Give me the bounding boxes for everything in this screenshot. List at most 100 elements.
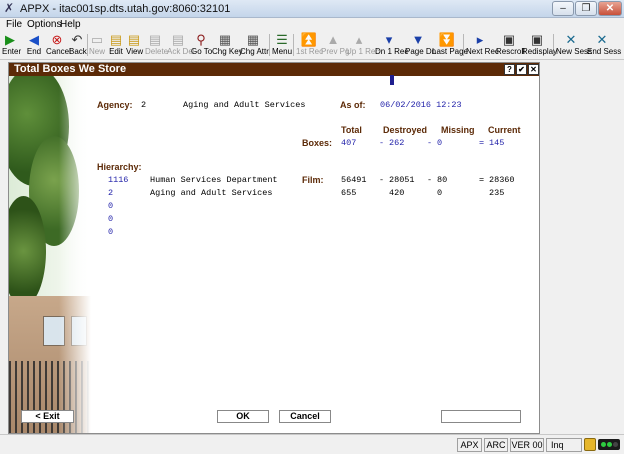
toolbar-button-label: Edit — [109, 47, 123, 56]
status-apx: APX — [457, 438, 482, 452]
toolbar-button-prev-pg[interactable]: ▲ Prev Pg — [321, 32, 350, 59]
boxes-label: Boxes: — [302, 138, 333, 148]
building-photo — [9, 76, 91, 433]
ok-button[interactable]: OK — [217, 410, 269, 423]
toolbar-button-label: Back — [69, 47, 87, 56]
status-lights-icon — [598, 439, 620, 450]
toolbar-button-last-page[interactable]: ⏬ Last Page — [432, 32, 468, 59]
agency-label: Agency: — [97, 100, 133, 110]
toolbar-button-label: Chg Key — [212, 47, 243, 56]
toolbar-button-next-rec[interactable]: ▸ Next Rec — [466, 32, 499, 59]
boxes-minus-sign: - — [379, 138, 385, 148]
end-icon: ◀ — [29, 32, 39, 47]
boxes-missing: 0 — [437, 138, 443, 148]
boxes-equals-sign: = — [479, 138, 485, 148]
appx-logo-icon: ✗ — [4, 1, 15, 15]
toolbar-button-page-dn[interactable]: ▼ Page Dn — [405, 32, 436, 59]
hierarchy-code: 0 — [108, 214, 114, 224]
toolbar-button-label: Menu — [272, 47, 293, 56]
edit-icon: ▤ — [109, 32, 123, 47]
menu-bar: File Options Help — [0, 18, 624, 31]
form-header: Total Boxes We Store ? ✔ ✕ — [9, 63, 539, 76]
column-missing: Missing — [441, 125, 475, 135]
enter-icon: ▶ — [5, 32, 15, 47]
toolbar-button-dn-1-rec[interactable]: ▾ Dn 1 Rec — [375, 32, 409, 59]
toolbar-button-view[interactable]: ▤ View — [126, 32, 143, 59]
toolbar-button-delete[interactable]: ▤ Delete — [145, 32, 168, 59]
hierarchy-code: 2 — [108, 188, 114, 198]
toolbar-button-new[interactable]: ▭ New — [89, 32, 105, 59]
change-key-icon: ▦ — [218, 32, 232, 47]
toolbar-button-go-to[interactable]: ⚲ Go To — [191, 32, 213, 59]
hierarchy-name: Human Services Department — [150, 175, 278, 185]
as-of-label: As of: — [340, 100, 366, 110]
exit-button[interactable]: < Exit — [21, 410, 74, 423]
toolbar-button-new-sess[interactable]: ✕ New Sess — [556, 32, 592, 59]
hierarchy-code: 1116 — [108, 175, 129, 185]
toolbar-button-label: Next Rec — [466, 47, 499, 56]
position-marker — [390, 75, 394, 85]
toolbar-button-back[interactable]: ↶ Back — [69, 32, 87, 59]
toolbar-button-label: Cancel — [46, 47, 71, 56]
window-titlebar: ✗ APPX - itac001sp.dts.utah.gov:8060:321… — [0, 0, 624, 18]
toolbar-button-label: End Sess — [587, 47, 622, 56]
toolbar: ▶ Enter ◀ End ⊗ Cancel ↶ Back ▭ New ▤ Edit ▤ View ▤ Del… — [0, 31, 624, 60]
cancel-button[interactable]: Cancel — [279, 410, 331, 423]
minimize-button[interactable]: – — [552, 1, 574, 16]
goto-icon: ⚲ — [196, 32, 206, 47]
status-version: VER 00 — [510, 438, 544, 452]
down-record-icon: ▾ — [385, 32, 393, 47]
toolbar-button-1st-rec[interactable]: ⏫ 1st Rec — [296, 32, 324, 59]
page-down-icon: ▼ — [411, 32, 425, 47]
delete-icon: ▤ — [148, 32, 162, 47]
column-destroyed: Destroyed — [383, 125, 428, 135]
toolbar-button-end-sess[interactable]: ✕ End Sess — [587, 32, 622, 59]
hierarchy-code: 0 — [108, 201, 114, 211]
toolbar-button-label: Dn 1 Rec — [375, 47, 409, 56]
redisplay-icon: ▣ — [530, 32, 544, 47]
toolbar-button-redisplay[interactable]: ▣ Redisplay — [522, 32, 557, 59]
help-button[interactable]: ? — [504, 64, 515, 75]
blank-input-field[interactable] — [441, 410, 521, 423]
toolbar-button-label: Go To — [191, 47, 213, 56]
rescroll-icon: ▣ — [502, 32, 516, 47]
close-form-button[interactable]: ✕ — [528, 64, 539, 75]
toolbar-button-label: 1st Rec — [296, 47, 324, 56]
toolbar-button-label: Prev Pg — [321, 47, 350, 56]
toolbar-button-chg-attr[interactable]: ▦ Chg Attr — [240, 32, 269, 59]
film-label: Film: — [302, 175, 324, 185]
toolbar-button-label: Enter — [2, 47, 22, 56]
previous-page-icon: ▲ — [326, 32, 340, 47]
confirm-button[interactable]: ✔ — [516, 64, 527, 75]
column-total: Total — [341, 125, 362, 135]
film-current: 235 — [489, 188, 505, 198]
toolbar-button-up-1-rec[interactable]: ▴ Up 1 Rec — [346, 32, 380, 59]
toolbar-button-chg-key[interactable]: ▦ Chg Key — [212, 32, 243, 59]
agency-name: Aging and Adult Services — [183, 100, 306, 110]
toolbar-button-menu[interactable]: ☰ Menu — [272, 32, 292, 59]
toolbar-button-ack-del[interactable]: ▤ Ack Del — [167, 32, 195, 59]
status-mode: Inq — [546, 438, 582, 452]
hierarchy-label: Hierarchy: — [97, 162, 142, 172]
boxes-current: 145 — [489, 138, 505, 148]
hierarchy-name: Aging and Adult Services — [150, 188, 273, 198]
close-window-button[interactable]: ✕ — [598, 1, 622, 16]
boxes-total: 407 — [341, 138, 357, 148]
menu-options[interactable]: Options — [27, 19, 61, 30]
toolbar-separator — [293, 34, 294, 56]
toolbar-button-label: Up 1 Rec — [346, 47, 380, 56]
as-of-value: 06/02/2016 12:23 — [380, 100, 462, 110]
film-missing: 80 — [437, 175, 448, 185]
toolbar-button-enter[interactable]: ▶ Enter — [2, 32, 22, 59]
toolbar-button-end[interactable]: ◀ End — [26, 32, 42, 59]
ack-delete-icon: ▤ — [171, 32, 185, 47]
toolbar-button-rescroll[interactable]: ▣ Rescroll — [496, 32, 525, 59]
menu-help[interactable]: Help — [60, 19, 81, 30]
toolbar-button-label: New — [89, 47, 106, 56]
toolbar-button-edit[interactable]: ▤ Edit — [108, 32, 124, 59]
toolbar-separator — [269, 34, 270, 56]
menu-file[interactable]: File — [6, 19, 22, 30]
toolbar-button-cancel[interactable]: ⊗ Cancel — [46, 32, 71, 59]
film-destroyed: 420 — [389, 188, 405, 198]
restore-button[interactable]: ❐ — [575, 1, 597, 16]
